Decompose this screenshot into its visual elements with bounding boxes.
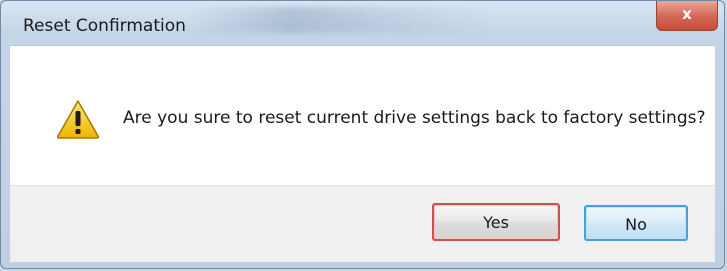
reset-confirmation-dialog: Reset Confirmation x Are you sure to res… xyxy=(0,0,725,269)
no-button[interactable]: No xyxy=(584,205,688,241)
yes-button[interactable]: Yes xyxy=(432,203,560,241)
dialog-title: Reset Confirmation xyxy=(23,16,186,36)
title-bar[interactable]: Reset Confirmation x xyxy=(1,1,724,45)
dialog-content: Are you sure to reset current drive sett… xyxy=(10,45,715,186)
title-bar-background-blur xyxy=(191,7,491,33)
dialog-button-bar: Yes No xyxy=(10,185,715,262)
warning-icon xyxy=(56,100,100,139)
close-button[interactable]: x xyxy=(656,1,718,31)
confirmation-message: Are you sure to reset current drive sett… xyxy=(123,108,706,128)
close-icon: x xyxy=(682,5,692,23)
